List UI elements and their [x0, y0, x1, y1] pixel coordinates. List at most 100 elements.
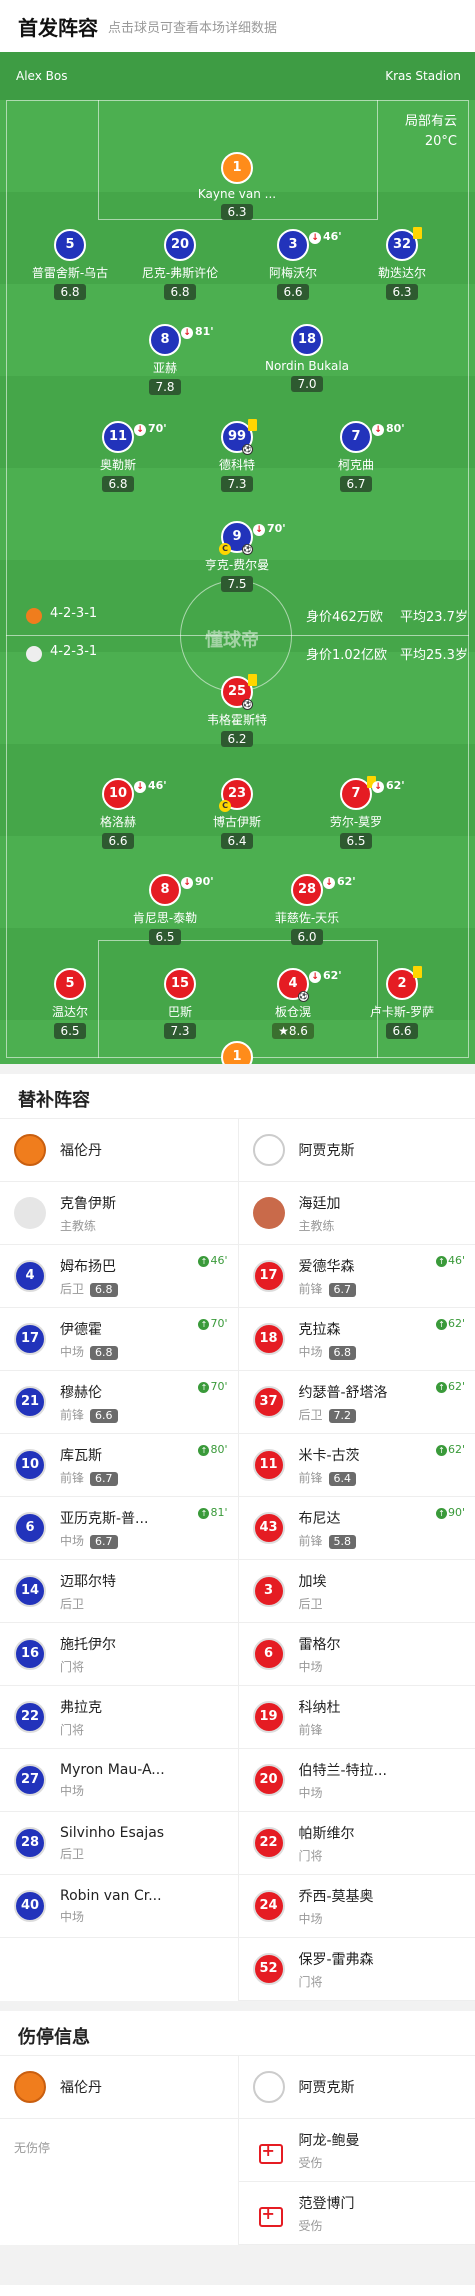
- home-player[interactable]: 3 ↓ 46' 阿梅沃尔 6.6: [238, 229, 348, 300]
- player-rating: 6.2: [221, 731, 253, 747]
- sub-player-name: 弗拉克: [60, 1699, 102, 1716]
- jersey-number: 5: [54, 229, 86, 261]
- away-player[interactable]: 28 ↓ 62' 菲慈佐-天乐 6.0: [252, 874, 362, 945]
- sub-player-row[interactable]: 52 保罗-雷弗森 门将: [238, 1938, 475, 2001]
- home-player[interactable]: 1 Kayne van ... 6.3: [182, 152, 292, 220]
- injured-player-row[interactable]: 范登博门受伤: [238, 2182, 475, 2245]
- sub-player-position: 前锋 6.4: [299, 1469, 360, 1486]
- sub-player-row[interactable]: 22 帕斯维尔 门将: [238, 1812, 475, 1875]
- player-name: 温达尔: [51, 1005, 88, 1019]
- player-name: Nordin Bukala: [264, 359, 350, 373]
- pitch: Alex Bos Kras Stadion 局部有云 20°C 懂球帝 4-2-…: [0, 52, 475, 1064]
- jersey-number: 32: [386, 227, 422, 261]
- jersey-number: 4: [14, 1260, 46, 1292]
- sub-out-icon: ↓: [134, 424, 146, 436]
- jersey-number: 17: [252, 1260, 285, 1292]
- jersey-number: 8 ↓ 90': [149, 874, 214, 906]
- sub-player-row[interactable]: 3 加埃 后卫: [238, 1560, 475, 1623]
- sub-player-row[interactable]: 18 克拉森 中场 6.8 ↑ 62': [238, 1308, 475, 1371]
- jersey-number: 52: [252, 1953, 285, 1985]
- away-coach-row[interactable]: 海廷加 主教练: [238, 1182, 475, 1245]
- away-player[interactable]: 25 ⚽ 韦格霍斯特 6.2: [182, 674, 292, 747]
- sub-player-row[interactable]: 4 姆布扬巴 后卫 6.8 ↑ 46': [0, 1245, 238, 1308]
- sub-player-row[interactable]: 43 布尼达 前锋 5.8 ↑ 90': [238, 1497, 475, 1560]
- stadium-name: Kras Stadion: [385, 69, 461, 83]
- player-rating: 6.6: [277, 284, 309, 300]
- sub-player-row[interactable]: 14 迈耶尔特 后卫: [0, 1560, 238, 1623]
- sub-player-row[interactable]: 24 乔西-莫基奥 中场: [238, 1875, 475, 1938]
- home-injury-team-header[interactable]: 福伦丹: [0, 2056, 238, 2119]
- player-name: 肯尼思-泰勒: [132, 911, 198, 925]
- sub-out-icon: ↓: [309, 971, 321, 983]
- jersey-number: 1: [221, 1041, 253, 1064]
- sub-player-row[interactable]: 27 Myron Mau-A... 中场: [0, 1749, 238, 1812]
- footer-gap: [0, 2245, 475, 2285]
- sub-player-row[interactable]: 6 雷格尔 中场: [238, 1623, 475, 1686]
- away-team-logo-icon: [252, 2071, 285, 2103]
- away-player[interactable]: 10 ↓ 46' 格洛赫 6.6: [63, 778, 173, 849]
- home-player[interactable]: 9 ⚽ C ↓ 70' 亨克-费尔曼 7.5: [182, 521, 292, 592]
- sub-player-row[interactable]: 16 施托伊尔 门将: [0, 1623, 238, 1686]
- sub-player-row[interactable]: 10 库瓦斯 前锋 6.7 ↑ 80': [0, 1434, 238, 1497]
- sub-in-icon: ↑: [435, 1445, 447, 1456]
- injury-title: 伤停信息: [0, 2001, 475, 2055]
- sub-player-position: 后卫: [298, 1596, 323, 1611]
- away-team-header[interactable]: 阿贾克斯: [238, 1119, 475, 1182]
- sub-player-row[interactable]: 22 弗拉克 门将: [0, 1686, 238, 1749]
- sub-out-icon: ↓: [181, 877, 193, 889]
- away-player[interactable]: 4 ⚽ ↓ 62' 板仓滉 ★8.6: [238, 968, 348, 1039]
- sub-player-row[interactable]: 19 科纳杜 前锋: [238, 1686, 475, 1749]
- sub-player-position: 前锋: [298, 1722, 323, 1737]
- sub-player-row[interactable]: 6 亚历克斯-普... 中场 6.7 ↑ 81': [0, 1497, 238, 1560]
- home-player[interactable]: 18 Nordin Bukala 7.0: [252, 324, 362, 392]
- sub-out-icon: ↓: [323, 877, 335, 889]
- player-rating: 6.5: [54, 1023, 86, 1039]
- jersey-number: 6: [252, 1638, 285, 1670]
- away-coach-role: 主教练: [298, 1218, 335, 1233]
- away-player[interactable]: 23 C 博古伊斯 6.4: [182, 778, 292, 849]
- away-injury-team-header[interactable]: 阿贾克斯: [238, 2056, 475, 2119]
- sub-player-row[interactable]: 17 伊德霍 中场 6.8 ↑ 70': [0, 1308, 238, 1371]
- sub-player-row[interactable]: 20 伯特兰-特拉... 中场: [238, 1749, 475, 1812]
- sub-player-row[interactable]: 17 爱德华森 前锋 6.7 ↑ 46': [238, 1245, 475, 1308]
- player-name: 博古伊斯: [212, 815, 261, 829]
- sub-player-position: 中场 6.8: [60, 1343, 118, 1360]
- away-player[interactable]: 8 ↓ 90' 肯尼思-泰勒 6.5: [110, 874, 220, 945]
- sub-out-time: ↓ 70': [253, 515, 286, 543]
- jersey-number: 3 ↓ 46': [277, 229, 342, 261]
- away-player[interactable]: 15 巴斯 7.3: [125, 968, 235, 1039]
- sub-out-time: ↓ 81': [181, 318, 214, 346]
- home-player[interactable]: 5 普雷舍斯-乌古 6.8: [15, 229, 125, 300]
- sub-player-row[interactable]: 40 Robin van Cr... 中场: [0, 1875, 238, 1938]
- home-coach-row[interactable]: 克鲁伊斯 主教练: [0, 1182, 238, 1245]
- home-player[interactable]: 7 ↓ 80' 柯克曲 6.7: [301, 421, 411, 492]
- away-player[interactable]: 5 温达尔 6.5: [15, 968, 125, 1039]
- player-rating: 7.3: [164, 1023, 196, 1039]
- home-player[interactable]: 8 ↓ 81' 亚赫 7.8: [110, 324, 220, 395]
- home-team-header[interactable]: 福伦丹: [0, 1119, 238, 1182]
- jersey-number: 24: [252, 1890, 285, 1922]
- away-player[interactable]: 7 ↓ 62' 劳尔-莫罗 6.5: [301, 776, 411, 849]
- home-player[interactable]: 11 ↓ 70' 奥勒斯 6.8: [63, 421, 173, 492]
- sub-player-name: 伯特兰-特拉...: [298, 1762, 387, 1779]
- sub-out-icon: ↓: [181, 327, 193, 339]
- first-aid-icon: [253, 2197, 285, 2229]
- home-formation: 4-2-3-1: [50, 606, 98, 621]
- player-name: 奥勒斯: [99, 458, 136, 472]
- away-player[interactable]: 2 卢卡斯-罗萨 6.6: [347, 966, 457, 1039]
- home-player[interactable]: 32 勒迭达尔 6.3: [347, 227, 457, 300]
- away-player[interactable]: 1亚罗什8.3: [182, 1041, 292, 1064]
- home-team-logo-icon: [14, 1134, 46, 1166]
- home-player[interactable]: 99 ⚽ 德科特 7.3: [182, 419, 292, 492]
- sub-in-icon: ↑: [198, 1508, 210, 1519]
- sub-player-row[interactable]: 28 Silvinho Esajas 后卫: [0, 1812, 238, 1875]
- sub-player-row[interactable]: 11 米卡-古茨 前锋 6.4 ↑ 62': [238, 1434, 475, 1497]
- sub-player-row[interactable]: 37 约瑟普-舒塔洛 后卫 7.2 ↑ 62': [238, 1371, 475, 1434]
- player-rating: 6.8: [102, 476, 134, 492]
- home-player[interactable]: 20 尼克-弗斯许伦 6.8: [125, 229, 235, 300]
- injured-player-row[interactable]: 阿龙-鲍曼受伤: [238, 2119, 475, 2182]
- coach-avatar-icon: [14, 1197, 46, 1229]
- sub-player-row[interactable]: 21 穆赫伦 前锋 6.6 ↑ 70': [0, 1371, 238, 1434]
- sub-player-rating: 7.2: [328, 1408, 357, 1423]
- player-name: 柯克曲: [337, 458, 374, 472]
